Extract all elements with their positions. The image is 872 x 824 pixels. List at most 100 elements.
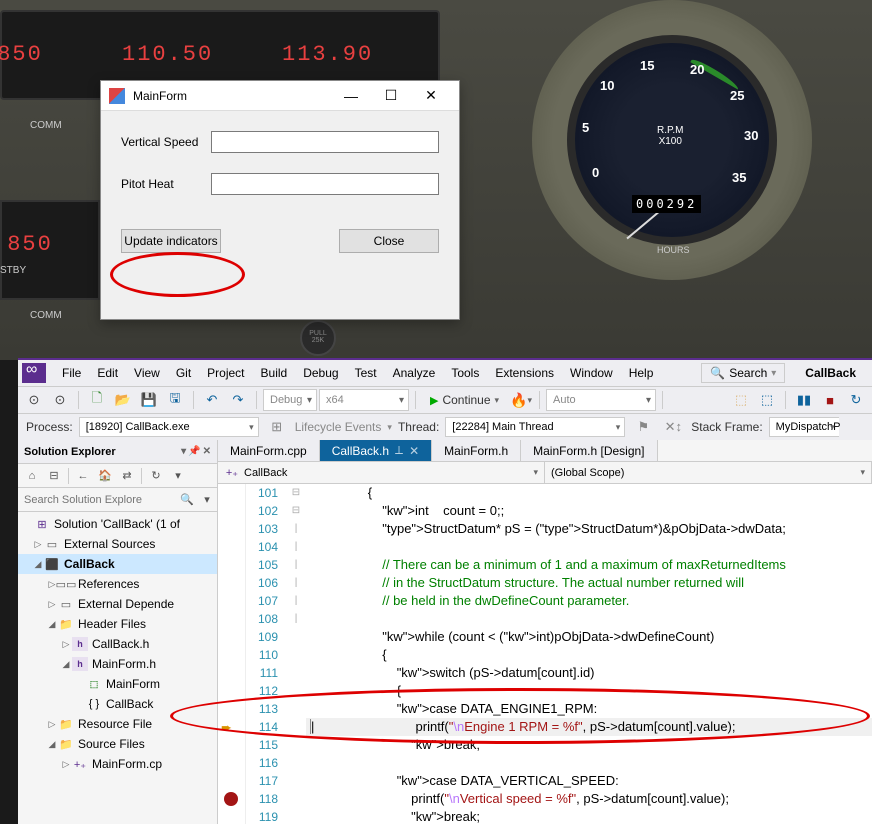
step-button-2[interactable]: ⬚: [755, 389, 779, 411]
se-home-icon[interactable]: ⌂: [22, 466, 42, 486]
restart-button[interactable]: ↻: [844, 389, 868, 411]
flame-icon: 🔥: [510, 392, 527, 409]
thread-label: Thread:: [398, 420, 439, 434]
tree-callback-h[interactable]: ▷hCallBack.h: [18, 634, 217, 654]
menu-git[interactable]: Git: [168, 362, 199, 384]
menu-window[interactable]: Window: [562, 362, 621, 384]
process-combo[interactable]: [18920] CallBack.exe: [79, 417, 259, 437]
tree-external-deps[interactable]: ▷▭External Depende: [18, 594, 217, 614]
current-line-arrow-icon: ➨: [221, 720, 232, 736]
menu-analyze[interactable]: Analyze: [385, 362, 444, 384]
titlebar[interactable]: MainForm — ☐ ✕: [101, 81, 459, 111]
close-x-button[interactable]: ✕: [411, 82, 451, 110]
mainform-window: MainForm — ☐ ✕ Vertical Speed Pitot Heat…: [100, 80, 460, 320]
platform-combo[interactable]: x64: [319, 389, 409, 411]
tree-resource-files[interactable]: ▷📁Resource File: [18, 714, 217, 734]
lifecycle-label: Lifecycle Events: [295, 420, 382, 434]
menu-build[interactable]: Build: [253, 362, 296, 384]
menu-file[interactable]: File: [54, 362, 89, 384]
undo-button[interactable]: ↶: [200, 389, 224, 411]
se-back-icon[interactable]: ←: [73, 466, 93, 486]
scope-combo-global[interactable]: (Global Scope): [545, 462, 872, 483]
tree-external-sources[interactable]: ▷▭External Sources: [18, 534, 217, 554]
tab-mainform-design[interactable]: MainForm.h [Design]: [521, 440, 657, 461]
close-button[interactable]: Close: [339, 229, 439, 253]
tree-callback-ns[interactable]: { }CallBack: [18, 694, 217, 714]
code-area[interactable]: ➨ 10110210310410510610710810911011111211…: [218, 484, 872, 824]
auto-combo[interactable]: Auto: [546, 389, 656, 411]
radio-freq-1: .850: [0, 42, 43, 67]
fold-gutter[interactable]: ⊟⊟||||||: [286, 484, 306, 824]
line-number-gutter: 1011021031041051061071081091101111121131…: [246, 484, 286, 824]
tree-mainform-h[interactable]: ◢hMainForm.h: [18, 654, 217, 674]
thread-combo[interactable]: [22284] Main Thread: [445, 417, 625, 437]
pitot-heat-label: Pitot Heat: [121, 177, 211, 191]
hot-reload-button[interactable]: 🔥▾: [509, 389, 533, 411]
menu-extensions[interactable]: Extensions: [487, 362, 562, 384]
tab-mainform-cpp[interactable]: MainForm.cpp: [218, 440, 320, 461]
open-button[interactable]: 📂: [111, 389, 135, 411]
breakpoint-margin[interactable]: ➨: [218, 484, 246, 824]
vertical-speed-input[interactable]: [211, 131, 439, 153]
save-all-button[interactable]: 🖫: [163, 389, 187, 411]
tab-callback-h[interactable]: CallBack.h⟂✕: [320, 440, 432, 461]
tab-pin-icon[interactable]: ⟂: [395, 443, 403, 458]
se-home2-icon[interactable]: 🏠: [95, 466, 115, 486]
standard-toolbar: ⊙ ⊙ 🗋 📂 💾 🖫 ↶ ↷ Debug x64 ▶ Continue ▾ 🔥…: [18, 386, 872, 414]
update-indicators-button[interactable]: Update indicators: [121, 229, 221, 253]
step-button-1[interactable]: ⬚: [729, 389, 753, 411]
nav-back-button[interactable]: ⊙: [22, 389, 46, 411]
maximize-button[interactable]: ☐: [371, 82, 411, 110]
scope-combo-project[interactable]: +₊CallBack: [218, 462, 545, 483]
tree-source-files[interactable]: ◢📁Source Files: [18, 734, 217, 754]
flag-icon[interactable]: ⚑: [631, 416, 655, 438]
tab-close-icon[interactable]: ✕: [409, 444, 419, 458]
menu-help[interactable]: Help: [621, 362, 662, 384]
pull-knob: PULL25K: [300, 320, 336, 356]
menu-edit[interactable]: Edit: [89, 362, 126, 384]
stack-frame-combo[interactable]: MyDispatchP: [769, 417, 839, 437]
radio-freq-4: .850: [0, 232, 53, 257]
redo-button[interactable]: ↷: [226, 389, 250, 411]
radio-freq-3: 113.90: [282, 42, 373, 67]
rpm-gauge: 0 5 10 15 20 25 30 35 R.P.MX100 000292 H…: [532, 0, 812, 280]
se-refresh-icon[interactable]: ↻: [146, 466, 166, 486]
tree-mainform-class[interactable]: ⬚MainForm: [18, 674, 217, 694]
panel-options-icon[interactable]: ▾: [181, 446, 186, 457]
pin-icon[interactable]: 📌: [188, 446, 200, 457]
tab-mainform-h[interactable]: MainForm.h: [432, 440, 521, 461]
threads-icon[interactable]: ✕↕: [661, 416, 685, 438]
nav-fwd-button[interactable]: ⊙: [48, 389, 72, 411]
tree-solution[interactable]: ⊞Solution 'CallBack' (1 of: [18, 514, 217, 534]
menu-tools[interactable]: Tools: [443, 362, 487, 384]
menu-view[interactable]: View: [126, 362, 168, 384]
search-icon[interactable]: 🔍: [177, 490, 197, 510]
config-combo[interactable]: Debug: [263, 389, 317, 411]
stop-button[interactable]: ■: [818, 389, 842, 411]
panel-close-icon[interactable]: ✕: [203, 446, 211, 457]
se-switch-icon[interactable]: ⇄: [117, 466, 137, 486]
radio-panel-2: .850: [0, 200, 100, 300]
solution-search-input[interactable]: [18, 494, 177, 506]
lifecycle-icon[interactable]: ⊞: [265, 416, 289, 438]
code-lines[interactable]: { "kw">int count = 0;; "type">StructDatu…: [306, 484, 872, 824]
tree-callback-project[interactable]: ◢⬛CallBack: [18, 554, 217, 574]
pause-button[interactable]: ▮▮: [792, 389, 816, 411]
se-filter-icon[interactable]: ▾: [168, 466, 188, 486]
tree-references[interactable]: ▷▭▭References: [18, 574, 217, 594]
minimize-button[interactable]: —: [331, 82, 371, 110]
tree-mainform-cpp[interactable]: ▷+₊MainForm.cp: [18, 754, 217, 774]
breakpoint-icon[interactable]: [224, 792, 238, 806]
save-button[interactable]: 💾: [137, 389, 161, 411]
se-tool-icon[interactable]: ⊟: [44, 466, 64, 486]
new-file-button[interactable]: 🗋: [85, 389, 109, 411]
tree-header-files[interactable]: ◢📁Header Files: [18, 614, 217, 634]
menu-project[interactable]: Project: [199, 362, 252, 384]
continue-button[interactable]: ▶ Continue ▾: [422, 393, 507, 407]
stby-label: STBY: [0, 265, 26, 276]
pitot-heat-input[interactable]: [211, 173, 439, 195]
search-box[interactable]: 🔍 Search ▾: [701, 363, 785, 383]
menu-test[interactable]: Test: [347, 362, 385, 384]
menu-debug[interactable]: Debug: [295, 362, 346, 384]
search-dropdown-icon[interactable]: ▾: [197, 490, 217, 510]
